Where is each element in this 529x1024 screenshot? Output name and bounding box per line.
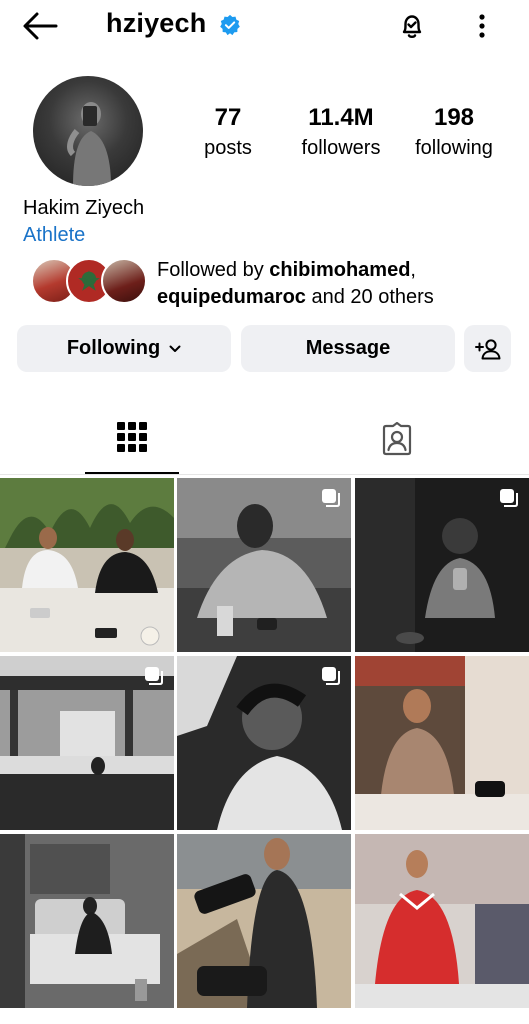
post-thumbnail[interactable] <box>0 834 174 1008</box>
chevron-down-icon <box>169 345 181 352</box>
following-button[interactable]: Following <box>17 325 231 372</box>
back-arrow-icon[interactable] <box>22 11 58 41</box>
followed-by-text[interactable]: Followed by chibimohamed, equipedumaroc … <box>157 257 527 311</box>
multiple-posts-icon <box>500 489 518 507</box>
followed-by-separator: , <box>410 259 416 281</box>
profile-username: hziyech <box>106 8 207 38</box>
post-thumbnail[interactable] <box>355 478 529 652</box>
stat-following[interactable]: 198 following <box>404 104 504 160</box>
multiple-posts-icon <box>322 667 340 685</box>
more-options-icon[interactable] <box>472 10 492 42</box>
avatar-photo <box>67 102 111 186</box>
post-image <box>0 834 174 1008</box>
stat-followers-value: 11.4M <box>308 104 374 131</box>
add-user-icon <box>474 338 500 359</box>
post-image <box>355 834 529 1008</box>
post-thumbnail[interactable] <box>355 834 529 1008</box>
post-thumbnail[interactable] <box>355 656 529 830</box>
post-thumbnail[interactable] <box>0 656 174 830</box>
post-image <box>177 834 351 1008</box>
post-thumbnail[interactable] <box>177 478 351 652</box>
top-bar: hziyech <box>0 0 529 56</box>
followed-by-suffix: and 20 others <box>305 286 434 308</box>
post-thumbnail[interactable] <box>0 478 174 652</box>
tabs-divider <box>0 474 529 475</box>
mutual-follower-1[interactable]: chibimohamed <box>269 259 410 281</box>
stat-following-label: following <box>415 137 493 159</box>
post-thumbnail[interactable] <box>177 834 351 1008</box>
message-button-label: Message <box>305 337 391 359</box>
post-image <box>355 656 529 830</box>
stat-followers[interactable]: 11.4M followers <box>291 104 391 160</box>
message-button[interactable]: Message <box>241 325 455 372</box>
stat-posts[interactable]: 77 posts <box>188 104 268 160</box>
followed-by-prefix: Followed by <box>157 259 270 281</box>
notification-bell-icon[interactable] <box>396 10 428 42</box>
stat-followers-label: followers <box>301 137 381 159</box>
stat-following-value: 198 <box>433 104 475 131</box>
verified-badge-icon <box>220 14 240 36</box>
post-image <box>0 478 174 652</box>
profile-avatar[interactable] <box>33 76 143 186</box>
profile-category[interactable]: Athlete <box>23 223 85 247</box>
stat-posts-label: posts <box>204 137 252 159</box>
profile-full-name: Hakim Ziyech <box>23 197 145 219</box>
mutual-follower-2[interactable]: equipedumaroc <box>157 286 306 308</box>
following-button-label: Following <box>66 337 161 359</box>
stat-posts-value: 77 <box>214 104 242 131</box>
tagged-icon <box>382 422 412 456</box>
posts-grid <box>0 478 529 1024</box>
suggested-users-button[interactable] <box>464 325 511 372</box>
multiple-posts-icon <box>145 667 163 685</box>
multiple-posts-icon <box>322 489 340 507</box>
grid-icon <box>117 422 147 452</box>
tab-tagged[interactable] <box>350 408 444 474</box>
post-thumbnail[interactable] <box>177 656 351 830</box>
tab-posts-grid[interactable] <box>85 408 179 474</box>
mutual-follower-avatar[interactable] <box>101 258 147 304</box>
